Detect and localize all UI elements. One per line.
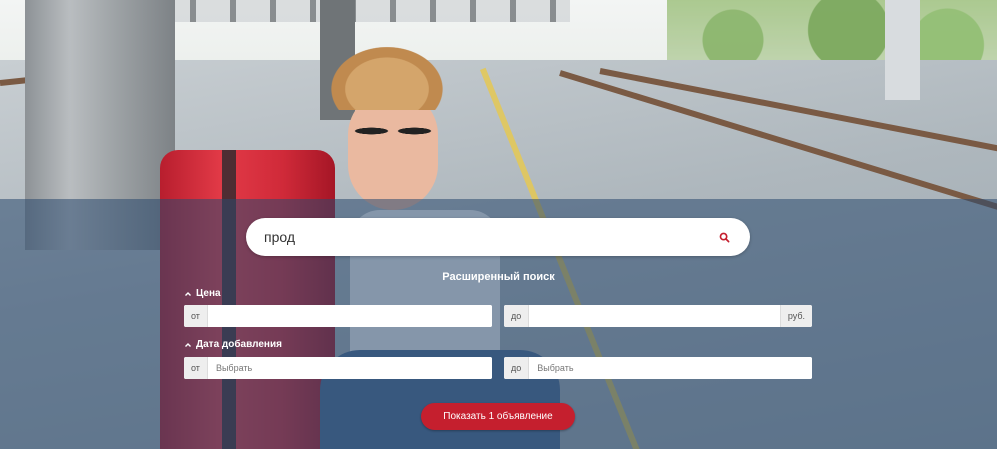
date-from-field[interactable]: от: [184, 357, 492, 379]
advanced-search-title[interactable]: Расширенный поиск: [0, 271, 997, 283]
search-bar[interactable]: [246, 218, 750, 256]
date-from-input[interactable]: [207, 357, 492, 379]
price-to-input[interactable]: [529, 305, 780, 327]
chevron-up-icon: [184, 290, 192, 298]
search-icon[interactable]: [716, 229, 732, 245]
price-from-field[interactable]: от: [184, 305, 492, 327]
price-from-input[interactable]: [207, 305, 492, 327]
date-added-label: Дата добавления: [196, 339, 282, 350]
sunglasses: [350, 118, 436, 144]
date-to-field[interactable]: до: [504, 357, 812, 379]
chevron-up-icon: [184, 341, 192, 349]
price-from-prefix: от: [184, 305, 208, 327]
show-results-button[interactable]: Показать 1 объявление: [421, 403, 575, 430]
price-to-field[interactable]: до руб.: [504, 305, 812, 327]
price-label: Цена: [196, 288, 221, 299]
price-to-prefix: до: [504, 305, 530, 327]
date-from-prefix: от: [184, 357, 208, 379]
price-section-toggle[interactable]: Цена: [184, 288, 221, 299]
search-input[interactable]: [264, 229, 716, 245]
station-pillar: [885, 0, 920, 100]
date-to-prefix: до: [504, 357, 530, 379]
date-to-input[interactable]: [529, 357, 812, 379]
station-canopy: [150, 0, 570, 22]
straw-hat: [322, 40, 452, 110]
currency-suffix: руб.: [779, 305, 812, 327]
date-added-section-toggle[interactable]: Дата добавления: [184, 339, 282, 350]
